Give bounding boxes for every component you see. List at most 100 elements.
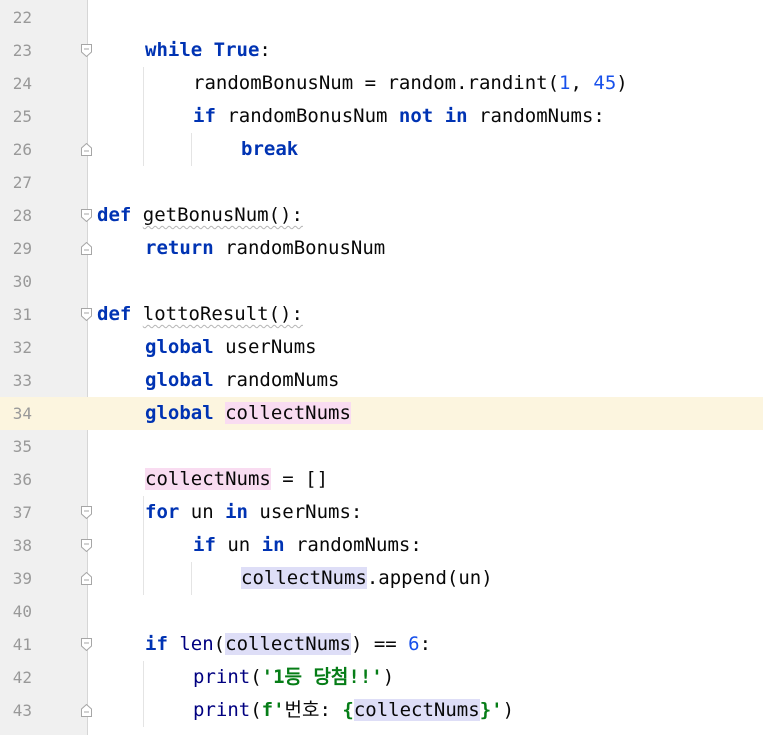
code-text[interactable]: while True: (145, 34, 271, 67)
code-line[interactable]: 25 if randomBonusNum not in randomNums: (0, 100, 763, 133)
code-text[interactable]: return randomBonusNum (145, 232, 385, 265)
line-number: 22 (12, 8, 32, 27)
code-line[interactable]: 30 (0, 265, 763, 298)
fold-close-icon[interactable] (81, 704, 92, 717)
line-number: 31 (12, 305, 32, 324)
gutter-cell: 27 (0, 166, 87, 199)
code-line[interactable]: 39 collectNums.append(un) (0, 562, 763, 595)
string-token: '1등 당첨!!' (261, 666, 383, 688)
code-token: ) (382, 666, 395, 688)
keyword-token: global (145, 402, 214, 424)
code-line[interactable]: 35 (0, 430, 763, 463)
highlighted-identifier: collectNums (145, 468, 271, 490)
keyword-token: in (261, 534, 285, 556)
code-line[interactable]: 28 def getBonusNum(): (0, 199, 763, 232)
code-text[interactable]: break (241, 133, 298, 166)
code-token: getBonusNum(): (142, 204, 303, 226)
code-line[interactable]: 41 if len(collectNums) == 6: (0, 628, 763, 661)
code-text[interactable]: global randomNums (145, 364, 339, 397)
code-text[interactable]: if randomBonusNum not in randomNums: (193, 100, 605, 133)
code-token: userNums (213, 336, 317, 358)
code-editor[interactable]: 22 23 while True: 24 randomBonusNum = random… (0, 0, 763, 735)
gutter-cell: 37 (0, 496, 92, 529)
line-number: 27 (12, 173, 32, 192)
code-token: : (419, 633, 432, 655)
code-text[interactable]: for un in userNums: (145, 496, 362, 529)
gutter-cell: 26 (0, 133, 92, 166)
code-token: .append(un) (366, 567, 493, 589)
keyword-token: global (145, 336, 214, 358)
fold-close-icon[interactable] (81, 572, 92, 585)
code-text[interactable]: if len(collectNums) == 6: (145, 628, 431, 661)
code-text[interactable]: def lottoResult(): (97, 298, 303, 331)
fold-open-icon[interactable] (81, 506, 92, 519)
builtin-token: print (193, 699, 251, 721)
code-text[interactable]: print(f'번호: {collectNums}') (193, 694, 514, 727)
gutter-cell: 40 (0, 595, 87, 628)
line-number: 40 (12, 602, 32, 621)
keyword-token: return (145, 237, 214, 259)
code-text[interactable]: global userNums (145, 331, 317, 364)
gutter-cell: 36 (0, 463, 87, 496)
fold-open-icon[interactable] (81, 638, 92, 651)
code-line[interactable]: 38 if un in randomNums: (0, 529, 763, 562)
code-token: , (570, 72, 594, 94)
code-text[interactable]: collectNums.append(un) (241, 562, 493, 595)
indent-guide (143, 67, 144, 166)
code-line[interactable]: 36 collectNums = [] (0, 463, 763, 496)
code-line[interactable]: 26 break (0, 133, 763, 166)
code-line[interactable]: 31 def lottoResult(): (0, 298, 763, 331)
gutter-cell: 39 (0, 562, 92, 595)
fold-close-icon[interactable] (81, 143, 92, 156)
gutter-cell: 32 (0, 331, 87, 364)
code-line[interactable]: 37 for un in userNums: (0, 496, 763, 529)
gutter-cell: 43 (0, 694, 92, 727)
code-text[interactable]: collectNums = [] (145, 463, 328, 496)
code-token: ( (213, 633, 226, 655)
fold-close-icon[interactable] (81, 242, 92, 255)
number-token: 1 (559, 72, 571, 94)
code-token: userNums: (247, 501, 363, 523)
code-line[interactable]: 33 global randomNums (0, 364, 763, 397)
code-line[interactable]: 32 global userNums (0, 331, 763, 364)
code-line[interactable]: 24 randomBonusNum = random.randint(1, 45) (0, 67, 763, 100)
code-line[interactable]: 40 (0, 595, 763, 628)
number-token: 45 (593, 72, 617, 94)
line-number: 37 (12, 503, 32, 522)
gutter-cell: 30 (0, 265, 87, 298)
code-line[interactable]: 42 print('1등 당첨!!') (0, 661, 763, 694)
fold-open-icon[interactable] (81, 44, 92, 57)
code-line[interactable]: 29 return randomBonusNum (0, 232, 763, 265)
line-number: 25 (12, 107, 32, 126)
keyword-token: def (97, 303, 132, 325)
code-token: randomNums: (467, 105, 605, 127)
line-number: 23 (12, 41, 32, 60)
code-text[interactable]: def getBonusNum(): (97, 199, 303, 232)
code-token: randomNums: (284, 534, 422, 556)
fold-open-icon[interactable] (81, 308, 92, 321)
keyword-token: in (225, 501, 248, 523)
line-number: 29 (12, 239, 32, 258)
code-token: un (215, 534, 262, 556)
line-number: 33 (12, 371, 32, 390)
gutter-cell: 28 (0, 199, 92, 232)
code-line[interactable]: 34 global collectNums (0, 397, 763, 430)
code-line[interactable]: 23 while True: (0, 34, 763, 67)
code-line[interactable]: 27 (0, 166, 763, 199)
line-number: 24 (12, 74, 32, 93)
code-text[interactable]: global collectNums (145, 397, 351, 430)
code-line[interactable]: 22 (0, 1, 763, 34)
keyword-token: global (145, 369, 214, 391)
code-text[interactable]: if un in randomNums: (193, 529, 422, 562)
builtin-token: print (193, 666, 251, 688)
code-text[interactable]: print('1등 당첨!!') (193, 661, 394, 694)
fold-open-icon[interactable] (81, 539, 92, 552)
code-text[interactable]: randomBonusNum = random.randint(1, 45) (193, 67, 628, 100)
code-token: ) == (350, 633, 409, 655)
fold-open-icon[interactable] (81, 209, 92, 222)
gutter-cell: 24 (0, 67, 87, 100)
code-line[interactable]: 43 print(f'번호: {collectNums}') (0, 694, 763, 727)
line-number: 38 (12, 536, 32, 555)
